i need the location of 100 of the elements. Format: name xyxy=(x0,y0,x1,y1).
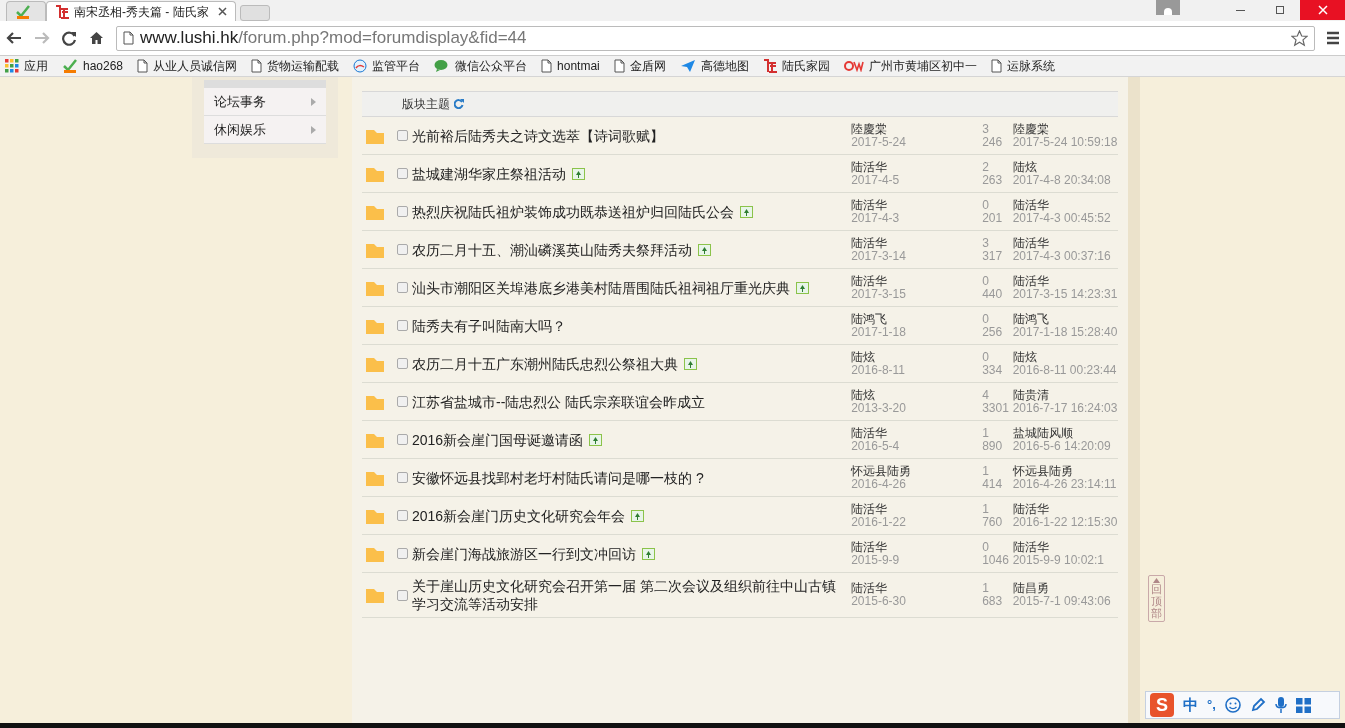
glyph-logo-icon xyxy=(762,59,777,73)
author-name[interactable]: 陸慶棠 xyxy=(851,122,983,136)
thread-title[interactable]: 农历二月十五、潮汕磷溪英山陆秀夫祭拜活动 xyxy=(412,240,692,259)
last-poster[interactable]: 陆活华 xyxy=(1012,198,1118,212)
thread-title[interactable]: 陆秀夫有子叫陆南大吗？ xyxy=(412,316,566,335)
thread-checkbox[interactable] xyxy=(397,510,408,521)
bookmark-item[interactable]: 监管平台 xyxy=(353,57,421,75)
author-name[interactable]: 陆活华 xyxy=(851,582,983,595)
thread-checkbox[interactable] xyxy=(397,396,408,407)
star-icon[interactable] xyxy=(1291,29,1308,47)
forward-icon[interactable] xyxy=(34,31,50,45)
bookmark-item[interactable]: 陆氏家园 xyxy=(762,57,830,75)
author-name[interactable]: 陆活华 xyxy=(851,160,983,174)
bookmark-item[interactable]: 金盾网 xyxy=(613,57,666,75)
thread-checkbox[interactable] xyxy=(397,589,408,601)
thread-checkbox[interactable] xyxy=(397,282,408,293)
author-name[interactable]: 陆活华 xyxy=(851,274,983,288)
last-poster[interactable]: 陆鸿飞 xyxy=(1012,312,1118,326)
microphone-icon[interactable] xyxy=(1274,697,1287,713)
thread-title[interactable]: 2016新会崖门历史文化研究会年会 xyxy=(412,506,626,525)
view-count: 890 xyxy=(982,439,1004,453)
thread-checkbox[interactable] xyxy=(397,244,408,255)
thread-checkbox[interactable] xyxy=(397,130,408,141)
home-icon[interactable] xyxy=(89,31,104,45)
thread-title[interactable]: 盐城建湖华家庄祭祖活动 xyxy=(412,164,566,183)
bookmark-label: 应用 xyxy=(24,58,48,75)
thread-title[interactable]: 光前裕后陆秀夫之诗文选萃【诗词歌赋】 xyxy=(412,126,664,145)
author-name[interactable]: 陆炫 xyxy=(851,388,983,402)
thread-checkbox[interactable] xyxy=(397,320,408,331)
view-count: 1046 xyxy=(982,553,1010,567)
author-name[interactable]: 陆炫 xyxy=(851,350,983,364)
author-name[interactable]: 陆活华 xyxy=(851,540,983,554)
sidebar-item[interactable]: 论坛事务 xyxy=(204,88,326,116)
refresh-icon[interactable] xyxy=(454,99,464,109)
bookmark-item[interactable]: 应用 xyxy=(5,57,48,75)
last-poster[interactable]: 陆贵清 xyxy=(1012,388,1118,402)
thread-title[interactable]: 安徽怀远县找郢村老圩村陆氏请问是哪一枝的 ? xyxy=(412,468,704,487)
bookmark-item[interactable]: hontmai xyxy=(541,57,600,75)
bookmark-item[interactable]: 高德地图 xyxy=(679,57,749,75)
last-poster[interactable]: 陆活华 xyxy=(1012,540,1118,554)
folder-icon xyxy=(366,469,384,486)
thread-checkbox[interactable] xyxy=(397,206,408,217)
bookmark-item[interactable]: 广州市黄埔区初中一 xyxy=(843,57,977,75)
post-date: 2017-4-3 xyxy=(851,211,901,225)
last-poster[interactable]: 陆炫 xyxy=(1012,160,1118,174)
grid-icon[interactable] xyxy=(1295,697,1311,713)
last-poster[interactable]: 陆昌勇 xyxy=(1012,582,1118,595)
punctuation-mode[interactable]: °, xyxy=(1207,695,1216,715)
bookmark-item[interactable]: 从业人员诚信网 xyxy=(137,57,238,75)
new-tab-button[interactable] xyxy=(240,5,270,21)
folder-icon xyxy=(366,127,384,144)
smiley-icon[interactable] xyxy=(1224,697,1241,713)
thread-title[interactable]: 江苏省盐城市--陆忠烈公 陆氏宗亲联谊会昨成立 xyxy=(412,392,706,411)
author-name[interactable]: 陆活华 xyxy=(851,236,983,250)
thread-title[interactable]: 新会崖门海战旅游区一行到文冲回访 xyxy=(412,544,636,563)
input-mode[interactable]: 中 xyxy=(1183,693,1198,717)
thread-title[interactable]: 2016新会崖门国母诞邀请函 xyxy=(412,430,584,449)
author-name[interactable]: 陆活华 xyxy=(851,198,983,212)
reload-icon[interactable] xyxy=(62,30,77,46)
menu-icon[interactable] xyxy=(1327,31,1339,45)
thread-title[interactable]: 关于崖山历史文化研究会召开第一届 第二次会议及组织前往中山古镇学习交流等活动安排 xyxy=(412,577,846,613)
author-name[interactable]: 陆活华 xyxy=(851,426,983,440)
thread-checkbox[interactable] xyxy=(397,434,408,445)
sidebar-item[interactable]: 休闲娱乐 xyxy=(204,116,326,144)
author-name[interactable]: 怀远县陆勇 xyxy=(851,464,983,478)
last-poster[interactable]: 怀远县陆勇 xyxy=(1012,464,1118,478)
thread-title[interactable]: 农历二月十五广东潮州陆氏忠烈公祭祖大典 xyxy=(412,354,678,373)
thread-checkbox[interactable] xyxy=(397,358,408,369)
post-date: 2017-1-18 xyxy=(851,325,907,339)
profile-icon[interactable] xyxy=(1156,0,1180,15)
back-icon[interactable] xyxy=(6,31,22,45)
last-post-time: 2016-1-22 12:15:30 xyxy=(1012,515,1118,529)
thread-title[interactable]: 热烈庆祝陆氏祖炉装饰成功既恭送祖炉归回陆氏公会 xyxy=(412,202,734,221)
folder-icon xyxy=(366,587,384,603)
browser-tab[interactable]: 南宋丞相-秀夫篇 - 陆氏家 xyxy=(46,1,236,21)
thread-title[interactable]: 汕头市潮阳区关埠港底乡港美村陆厝围陆氏祖祠祖厅重光庆典 xyxy=(412,278,790,297)
last-poster[interactable]: 陆活华 xyxy=(1012,236,1118,250)
last-poster[interactable]: 陆活华 xyxy=(1012,502,1118,516)
bookmark-item[interactable]: hao268 xyxy=(62,57,124,75)
apps-grid-icon xyxy=(5,59,19,73)
author-name[interactable]: 陆活华 xyxy=(851,502,983,516)
bookmark-item[interactable]: 运脉系统 xyxy=(990,57,1055,75)
last-poster[interactable]: 陸慶棠 xyxy=(1012,122,1118,136)
last-post-time: 2016-4-26 23:14:11 xyxy=(1012,477,1118,491)
thread-checkbox[interactable] xyxy=(397,168,408,179)
browser-tab[interactable] xyxy=(6,1,46,21)
close-tab-icon[interactable] xyxy=(218,7,227,16)
author-name[interactable]: 陆鸿飞 xyxy=(851,312,983,326)
bookmark-item[interactable]: 微信公众平台 xyxy=(434,57,528,75)
thread-checkbox[interactable] xyxy=(397,472,408,483)
address-bar[interactable]: www.lushi.hk/forum.php?mod=forumdisplay&fid=44 xyxy=(116,25,1315,51)
thread-checkbox[interactable] xyxy=(397,548,408,559)
last-poster[interactable]: 陆活华 xyxy=(1012,274,1118,288)
ime-logo-icon[interactable]: S xyxy=(1150,693,1174,717)
last-post-time: 2016-5-6 14:20:09 xyxy=(1012,439,1112,453)
last-poster[interactable]: 陆炫 xyxy=(1012,350,1118,364)
pen-icon[interactable] xyxy=(1249,697,1266,713)
page-icon xyxy=(251,59,263,73)
last-poster[interactable]: 盐城陆风顺 xyxy=(1012,426,1118,440)
bookmark-item[interactable]: 货物运输配载 xyxy=(251,57,340,75)
